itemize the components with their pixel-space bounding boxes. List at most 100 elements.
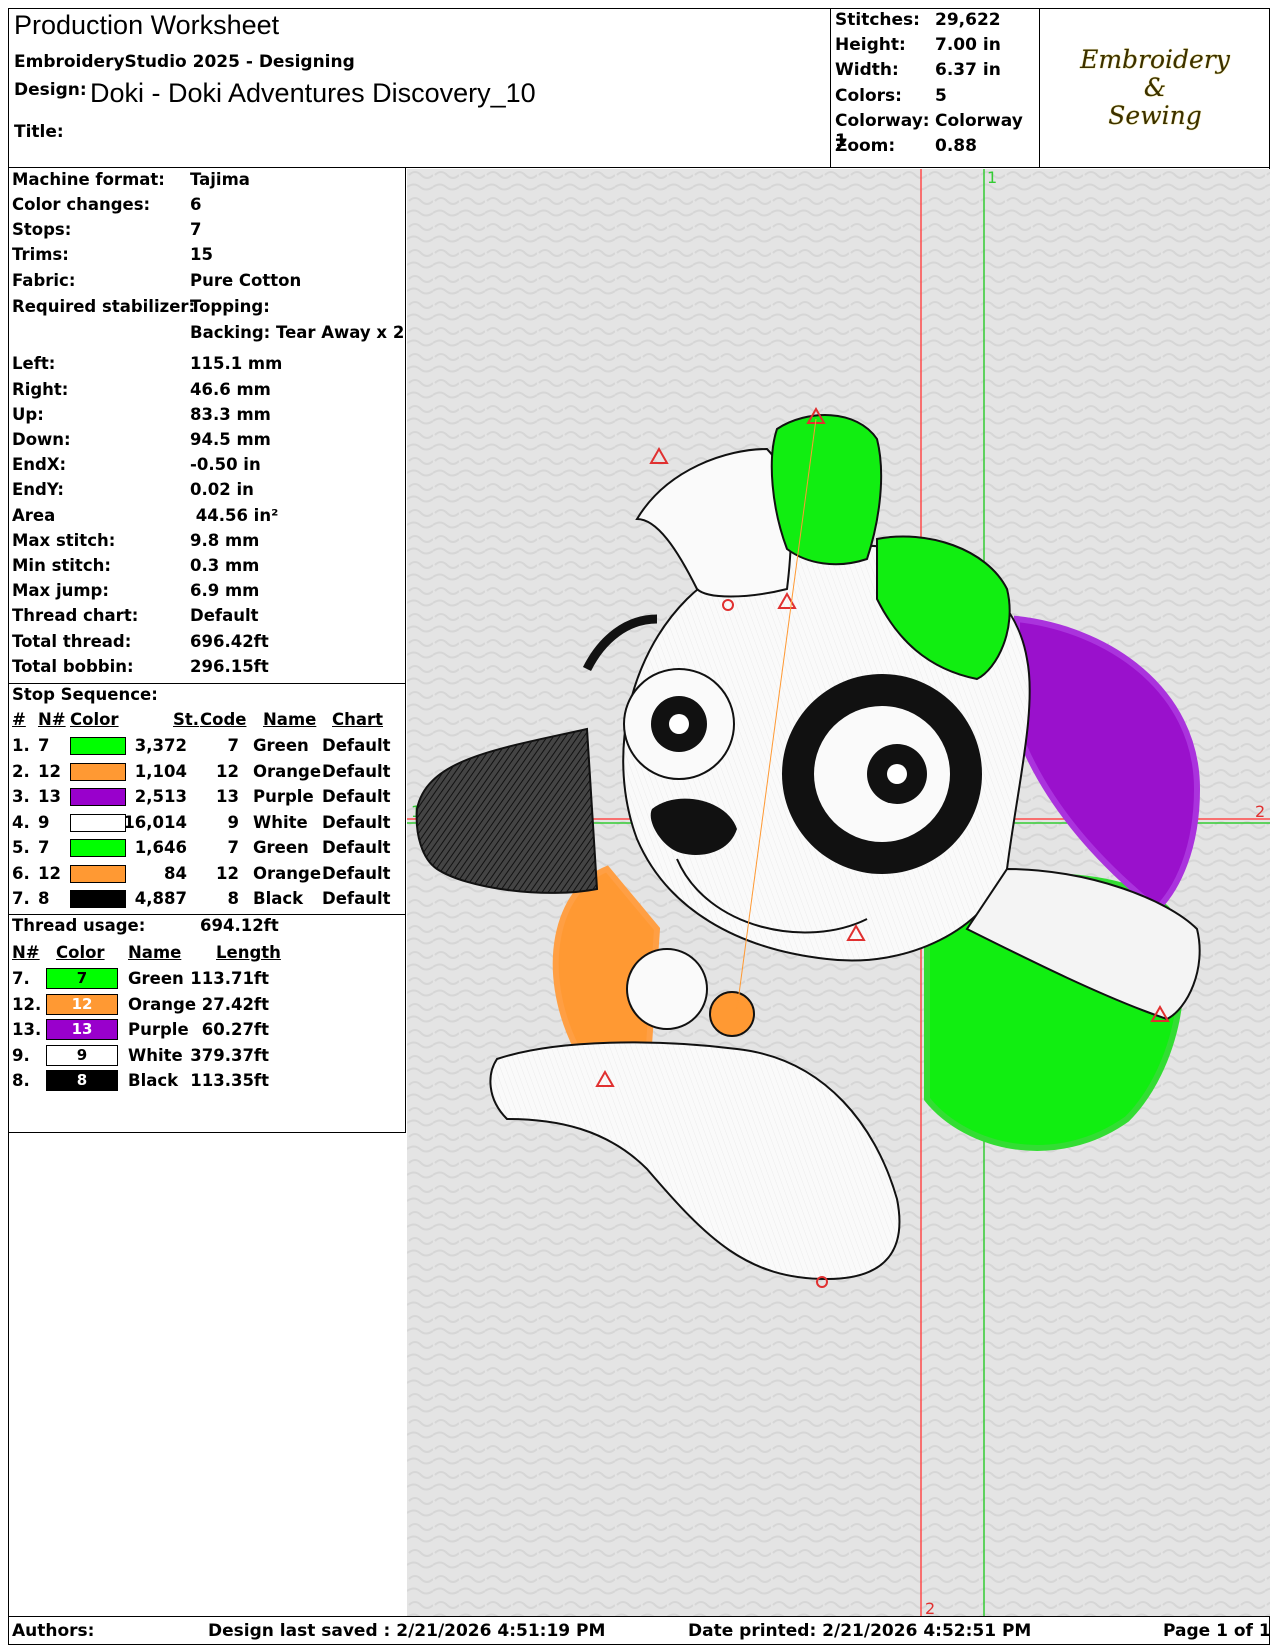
- divider: [8, 683, 406, 684]
- usage-header-color: Color: [56, 943, 105, 962]
- page-title: Production Worksheet: [14, 10, 280, 40]
- detail-row: EndY: 0.02 in: [12, 480, 254, 499]
- collar-ball: [626, 948, 708, 1030]
- color-code-swatch: 12: [46, 993, 118, 1015]
- authors-label: Authors:: [12, 1621, 95, 1641]
- detail-row: Max jump: 6.9 mm: [12, 581, 260, 600]
- usage-cell-length: 379.37ft: [190, 1045, 269, 1065]
- design-preview: 1 2 1 2: [407, 169, 1270, 1616]
- stop-cell-name: Green: [253, 838, 309, 857]
- stop-cell-n: 13: [38, 787, 61, 806]
- stop-cell-n: 12: [38, 761, 61, 781]
- stop-cell-chart: Default: [322, 761, 391, 781]
- collar-tag: [709, 991, 755, 1037]
- usage-header-n: N#: [12, 943, 40, 962]
- detail-row: Machine format: Tajima: [12, 170, 250, 189]
- stat-colors: Colors: 5: [835, 86, 947, 106]
- color-swatch: [70, 788, 126, 806]
- stop-cell-chart: Default: [322, 787, 391, 806]
- green-bow-top: [770, 414, 883, 566]
- stop-cell-name: Orange: [253, 761, 322, 781]
- col-header-chart: Chart: [332, 710, 384, 729]
- stop-cell-num: 3.: [12, 787, 30, 806]
- divider: [8, 914, 406, 915]
- color-code-swatch: 8: [46, 1070, 118, 1091]
- axis-mark: 2: [925, 1599, 935, 1616]
- usage-cell-n: 9.: [12, 1045, 30, 1065]
- color-code-swatch: 9: [46, 1044, 118, 1066]
- detail-row: Area 44.56 in²: [12, 506, 279, 525]
- stop-cell-n: 7: [38, 838, 50, 857]
- detail-row: EndX: -0.50 in: [12, 455, 261, 474]
- stat-colorway: Colorway: Colorway 1: [835, 111, 1023, 151]
- last-saved: Design last saved : 2/21/2026 4:51:19 PM: [208, 1621, 606, 1641]
- color-swatch: [70, 813, 126, 832]
- stop-cell-name: Green: [253, 736, 309, 755]
- usage-cell-length: 27.42ft: [201, 994, 269, 1014]
- stop-cell-st: 84: [164, 863, 187, 883]
- stat-zoom: Zoom: 0.88: [835, 136, 977, 156]
- stop-cell-code: 9: [227, 812, 239, 832]
- usage-cell-n: 13.: [12, 1020, 42, 1039]
- color-swatch: [70, 737, 126, 755]
- stop-cell-st: 4,887: [134, 889, 187, 908]
- usage-cell-name: Purple: [128, 1020, 189, 1039]
- right-eye-highlight: [887, 764, 907, 784]
- company-logo: Embroidery & Sewing: [1080, 45, 1230, 130]
- stop-cell-n: 8: [38, 889, 50, 908]
- color-code-swatch: 13: [46, 1019, 118, 1040]
- stop-cell-num: 6.: [12, 863, 30, 883]
- title-label: Title:: [14, 122, 64, 142]
- date-printed: Date printed: 2/21/2026 4:52:51 PM: [688, 1621, 1032, 1641]
- stop-cell-n: 7: [38, 736, 50, 755]
- detail-row: Thread chart: Default: [12, 606, 259, 625]
- usage-cell-length: 113.35ft: [190, 1071, 269, 1090]
- stop-cell-chart: Default: [322, 736, 391, 755]
- detail-row: Left: 115.1 mm: [12, 354, 283, 373]
- stop-cell-num: 4.: [12, 812, 30, 832]
- stat-height: Height: 7.00 in: [835, 35, 1001, 55]
- left-eye-highlight: [669, 714, 689, 734]
- detail-row: Down: 94.5 mm: [12, 430, 271, 449]
- detail-row: Stops: 7: [12, 220, 202, 239]
- detail-row: Total thread: 696.42ft: [12, 632, 269, 651]
- stop-cell-code: 7: [227, 736, 239, 755]
- detail-row: Max stitch: 9.8 mm: [12, 531, 260, 550]
- thread-usage-title: Thread usage:: [12, 916, 146, 935]
- stop-cell-name: Orange: [253, 863, 322, 883]
- stop-cell-code: 8: [227, 889, 239, 908]
- stat-stitches: Stitches: 29,622: [835, 10, 1001, 30]
- worksheet-footer: Authors: Design last saved : 2/21/2026 4…: [8, 1616, 1271, 1645]
- stop-cell-num: 2.: [12, 761, 30, 781]
- stop-cell-st: 16,014: [123, 812, 187, 832]
- stop-cell-name: Purple: [253, 787, 314, 806]
- stop-cell-code: 13: [216, 787, 239, 806]
- col-header-code: Code: [200, 710, 247, 729]
- usage-cell-name: Green: [128, 969, 184, 988]
- stop-cell-code: 7: [227, 838, 239, 857]
- usage-header-name: Name: [128, 943, 182, 962]
- usage-cell-n: 12.: [12, 994, 42, 1014]
- stat-width: Width: 6.37 in: [835, 60, 1001, 80]
- stop-cell-name: White: [253, 812, 308, 832]
- detail-row: Total bobbin: 296.15ft: [12, 657, 269, 676]
- usage-cell-name: Orange: [128, 994, 197, 1014]
- color-swatch: [70, 864, 126, 883]
- design-artwork: 1 2 1 2: [407, 169, 1270, 1616]
- usage-cell-n: 8.: [12, 1071, 30, 1090]
- color-code-swatch: 7: [46, 968, 118, 989]
- stop-cell-chart: Default: [322, 812, 391, 832]
- thread-usage-total: 694.12ft: [200, 916, 279, 935]
- stop-cell-num: 1.: [12, 736, 30, 755]
- color-swatch: [70, 890, 126, 908]
- color-swatch: [70, 762, 126, 781]
- color-swatch: [70, 839, 126, 857]
- stop-cell-n: 12: [38, 863, 61, 883]
- detail-row: Fabric: Pure Cotton: [12, 271, 302, 290]
- axis-mark: 1: [987, 169, 997, 187]
- stop-cell-code: 12: [216, 863, 239, 883]
- stop-sequence-title: Stop Sequence:: [12, 685, 158, 704]
- stop-cell-chart: Default: [322, 889, 391, 908]
- stop-cell-chart: Default: [322, 838, 391, 857]
- worksheet-header: Production Worksheet EmbroideryStudio 20…: [8, 8, 1270, 168]
